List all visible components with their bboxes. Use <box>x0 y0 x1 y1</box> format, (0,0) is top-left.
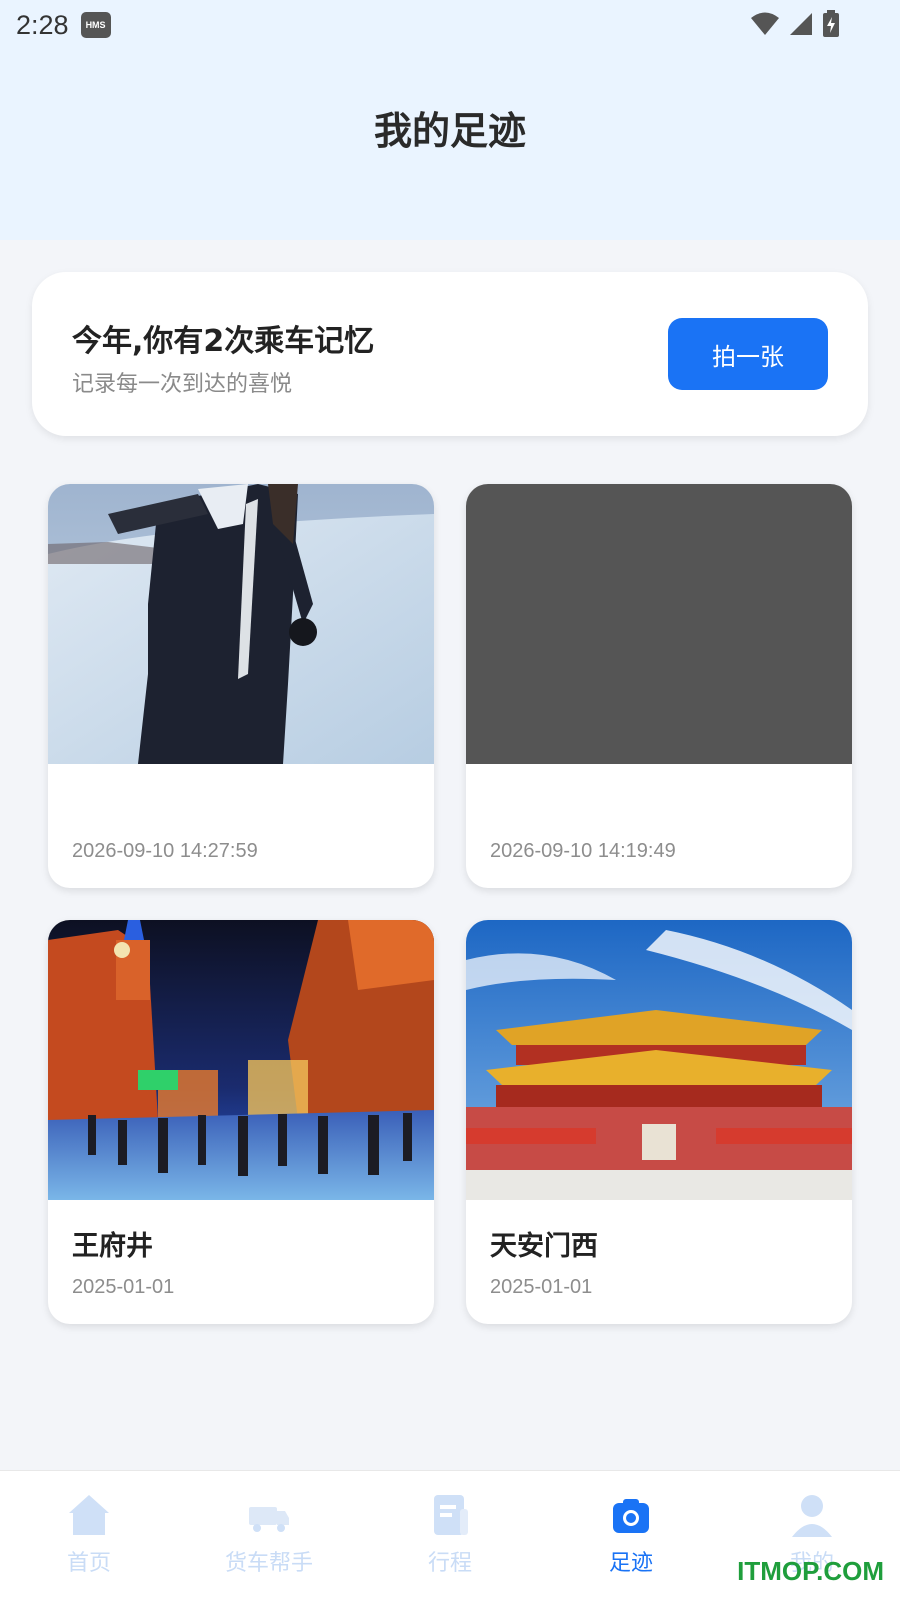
tab-label: 首页 <box>66 1551 111 1576</box>
signal-icon <box>790 13 812 35</box>
user-icon <box>792 1495 832 1537</box>
tab-label: 行程 <box>427 1551 472 1576</box>
placeholder-photo <box>466 484 852 764</box>
home-icon <box>69 1495 109 1535</box>
card-date: 2026-09-10 14:19:49 <box>490 840 676 862</box>
battery-icon <box>823 10 839 37</box>
tab-label: 足迹 <box>608 1551 653 1576</box>
tab-itinerary[interactable]: 行程 <box>385 1491 515 1591</box>
summary-card: 今年,你有2次乘车记忆 记录每一次到达的喜悦 拍一张 <box>32 272 868 436</box>
snow-scene-photo <box>48 484 434 764</box>
footprint-card[interactable]: 王府井 2025-01-01 <box>48 920 434 1324</box>
card-date: 2025-01-01 <box>490 1276 593 1298</box>
card-title: 天安门西 <box>490 1231 598 1262</box>
take-photo-button[interactable]: 拍一张 <box>668 318 828 390</box>
footprint-card[interactable]: 天安门西 2025-01-01 <box>466 920 852 1324</box>
status-icons <box>750 10 840 38</box>
card-date: 2025-01-01 <box>72 1276 175 1298</box>
tiananmen-photo <box>466 920 852 1200</box>
status-bar: 2:28 HMS <box>0 0 900 50</box>
hms-badge: HMS <box>80 12 111 38</box>
summary-subtitle: 记录每一次到达的喜悦 <box>72 372 293 397</box>
tab-label: 货车帮手 <box>224 1551 313 1576</box>
card-title: 王府井 <box>72 1231 153 1262</box>
watermark: ITMOP.COM <box>737 1556 884 1586</box>
wifi-icon <box>751 12 779 35</box>
document-icon <box>434 1495 468 1535</box>
page-title: 我的足迹 <box>373 109 526 153</box>
footprint-card[interactable]: 2026-09-10 14:19:49 <box>466 484 852 888</box>
tab-truck-helper[interactable]: 货车帮手 <box>204 1491 334 1591</box>
status-time: 2:28 <box>16 9 69 40</box>
wangfujing-street-photo <box>48 920 434 1200</box>
tab-home[interactable]: 首页 <box>24 1491 154 1591</box>
truck-icon <box>249 1507 289 1532</box>
summary-title: 今年,你有2次乘车记忆 <box>72 324 375 359</box>
footprint-card[interactable]: 2026-09-10 14:27:59 <box>48 484 434 888</box>
camera-icon <box>613 1499 649 1533</box>
tab-footprint[interactable]: 足迹 <box>566 1491 696 1591</box>
card-date: 2026-09-10 14:27:59 <box>72 840 258 862</box>
